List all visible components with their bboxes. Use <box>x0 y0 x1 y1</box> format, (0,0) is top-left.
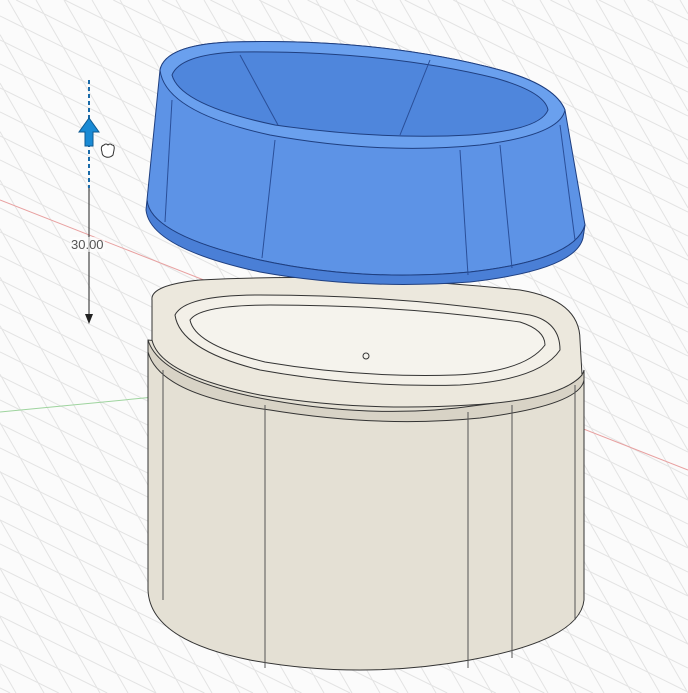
viewport-canvas[interactable] <box>0 0 688 693</box>
grid-line <box>0 639 108 693</box>
grid-line <box>679 0 688 15</box>
base-body[interactable] <box>147 277 585 671</box>
grid-line <box>0 687 11 693</box>
grid-line <box>0 519 101 693</box>
3d-viewport[interactable]: 30.00 <box>0 0 688 693</box>
hand-cursor-icon <box>100 143 115 158</box>
grid-line <box>595 0 688 160</box>
grid-line <box>0 568 73 693</box>
dimension-value-label[interactable]: 30.00 <box>70 237 105 252</box>
grid-line <box>623 0 688 112</box>
lid-body[interactable] <box>145 41 586 285</box>
grid-line <box>0 615 157 693</box>
grid-line <box>0 616 45 693</box>
grid-line <box>598 0 688 45</box>
grid-line <box>0 470 129 693</box>
move-arrow-icon[interactable] <box>78 117 100 147</box>
grid-line <box>0 422 157 693</box>
